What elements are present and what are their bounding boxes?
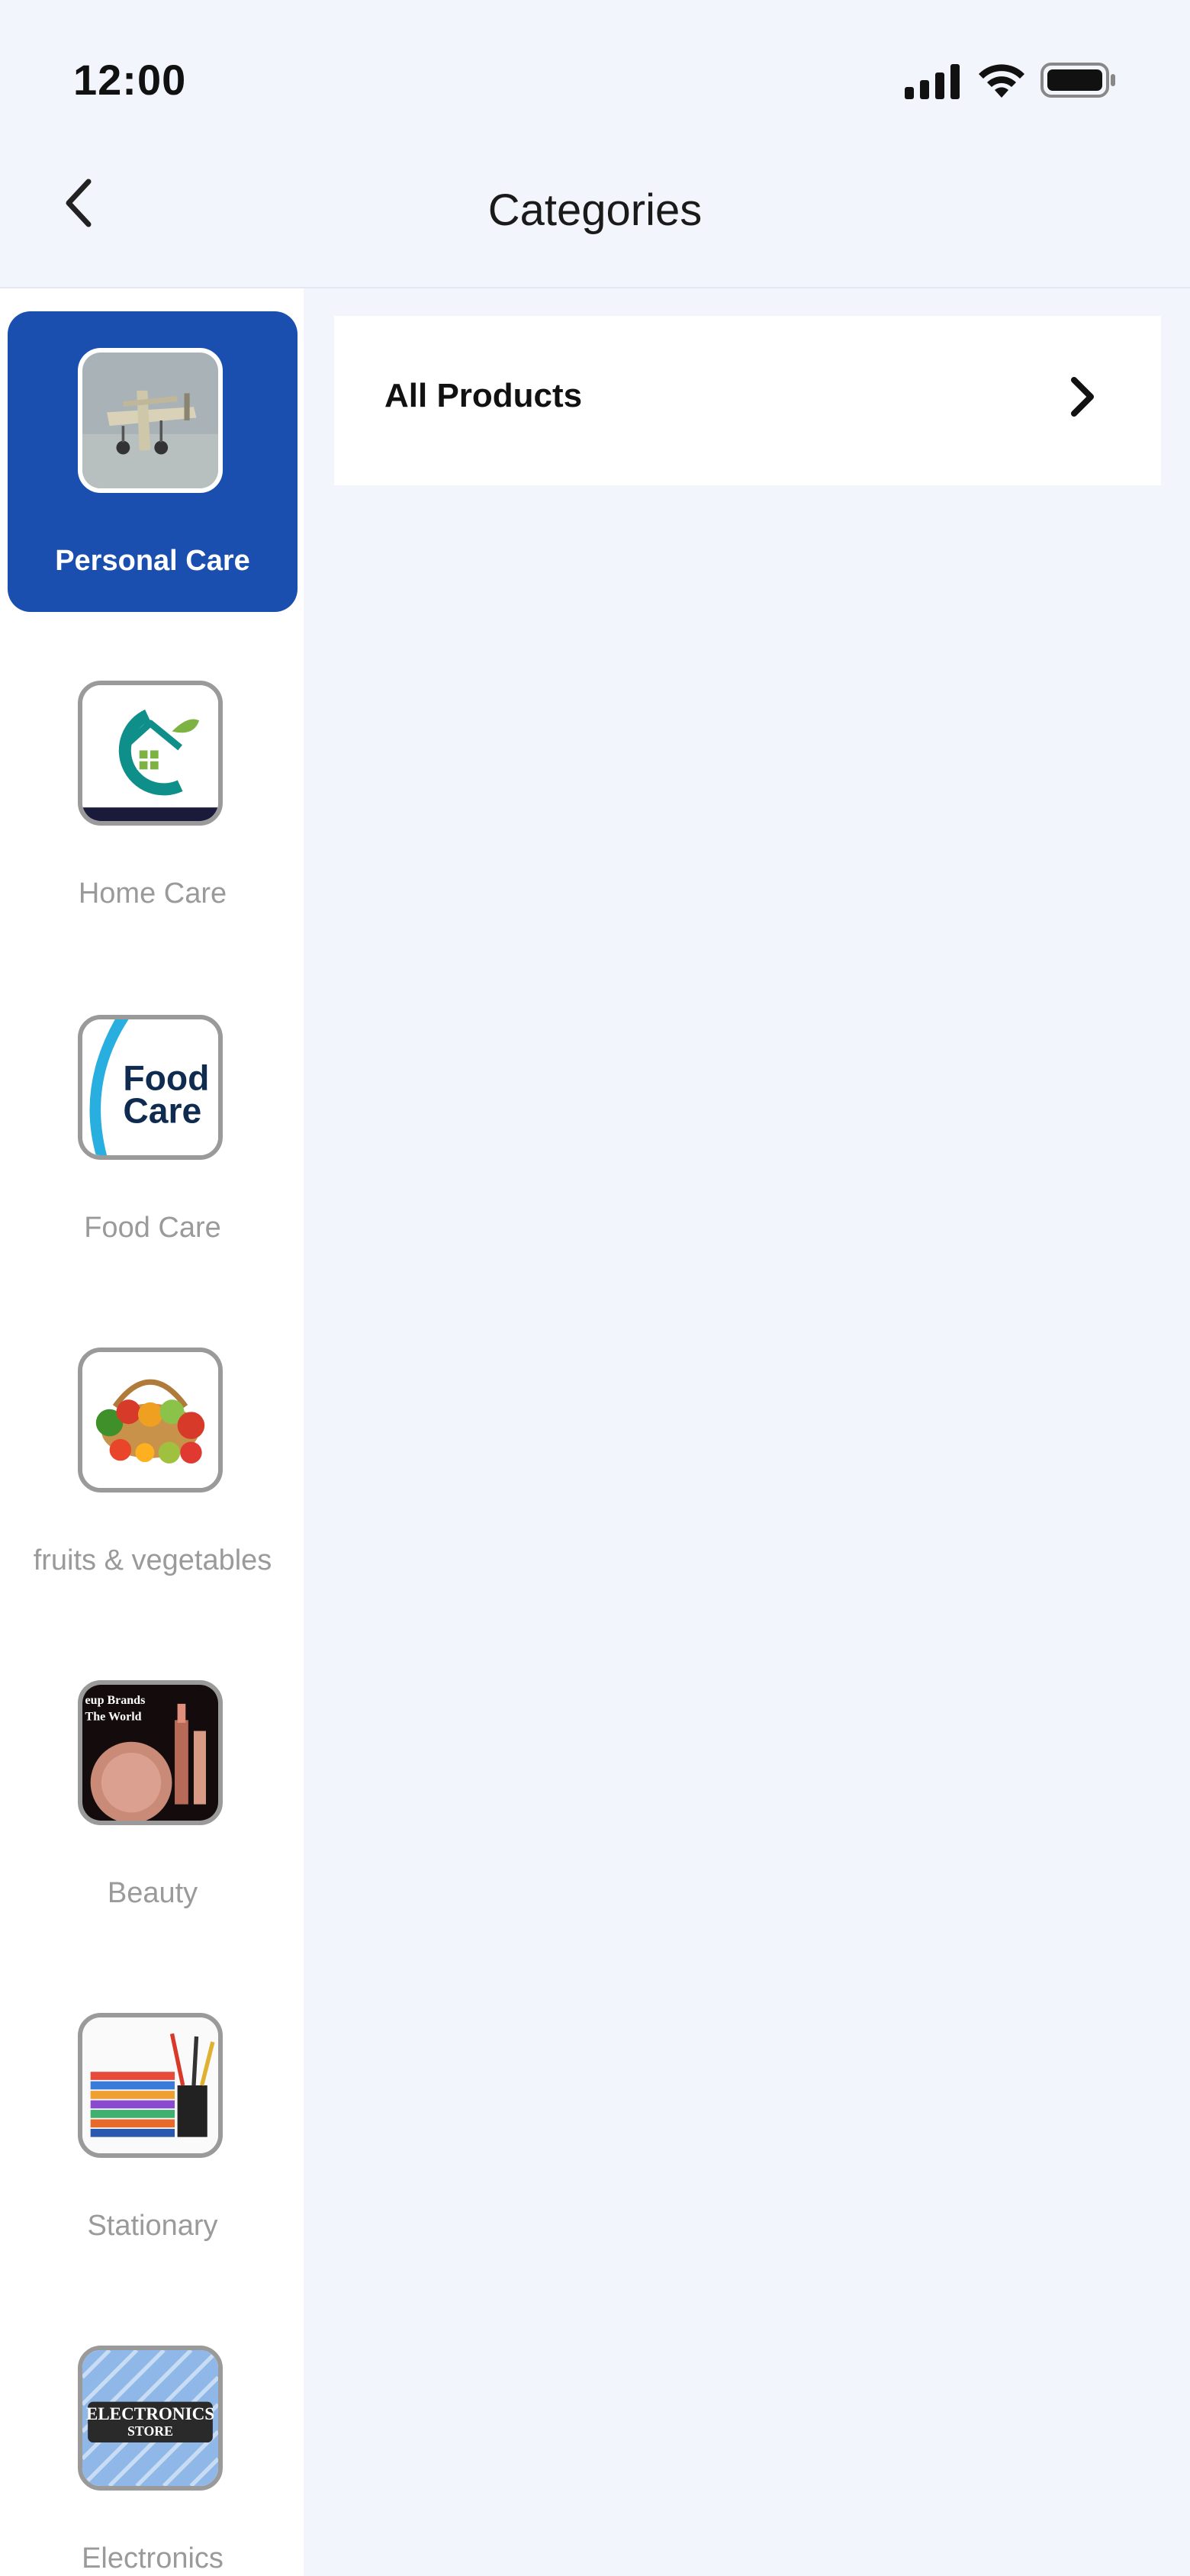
airplane-image <box>78 348 223 493</box>
chevron-right-icon <box>1071 377 1094 417</box>
category-item-electronics[interactable]: ELECTRONICS STORE Electronics <box>8 2309 298 2576</box>
makeup-image: eup Brands The World <box>78 1680 223 1825</box>
status-time: 12:00 <box>73 56 187 104</box>
main-panel: All Products <box>304 288 1190 2576</box>
fruit-basket-image <box>78 1348 223 1492</box>
signal-icon <box>905 64 960 99</box>
electronics-store-image: ELECTRONICS STORE <box>78 2346 223 2491</box>
logo-text: Care <box>123 1090 201 1130</box>
category-label: Beauty <box>107 1877 198 1909</box>
home-care-logo <box>78 681 223 826</box>
image-text: STORE <box>127 2423 173 2439</box>
status-bar: 12:00 <box>0 0 1190 145</box>
category-item-beauty[interactable]: eup Brands The World Beauty <box>8 1644 298 1944</box>
category-sidebar[interactable]: Personal Care Home Care Food Care Food C… <box>0 288 304 2576</box>
page-title: Categories <box>487 185 703 235</box>
image-text: The World <box>85 1710 142 1723</box>
category-label: Stationary <box>87 2210 218 2242</box>
all-products-label: All Products <box>384 377 583 414</box>
food-care-logo: Food Care <box>78 1015 223 1160</box>
all-products-row[interactable]: All Products <box>334 316 1161 485</box>
category-item-home-care[interactable]: Home Care <box>8 644 298 945</box>
category-label: Home Care <box>78 877 227 910</box>
category-item-stationary[interactable]: Stationary <box>8 1976 298 2277</box>
image-text: ELECTRONICS <box>86 2404 214 2424</box>
image-text: eup Brands <box>85 1694 146 1707</box>
category-label: Food Care <box>84 1212 221 1244</box>
wifi-icon <box>979 64 1024 98</box>
category-label: Electronics <box>82 2542 224 2574</box>
battery-icon <box>1040 63 1115 98</box>
category-item-fruits-vegetables[interactable]: fruits & vegetables <box>8 1311 298 1612</box>
header: Categories <box>0 145 1190 288</box>
category-item-personal-care[interactable]: Personal Care <box>8 311 298 612</box>
category-label: fruits & vegetables <box>33 1544 272 1576</box>
category-label: Personal Care <box>55 545 250 577</box>
category-item-food-care[interactable]: Food Care Food Care <box>8 978 298 1279</box>
books-pens-image <box>78 2013 223 2158</box>
